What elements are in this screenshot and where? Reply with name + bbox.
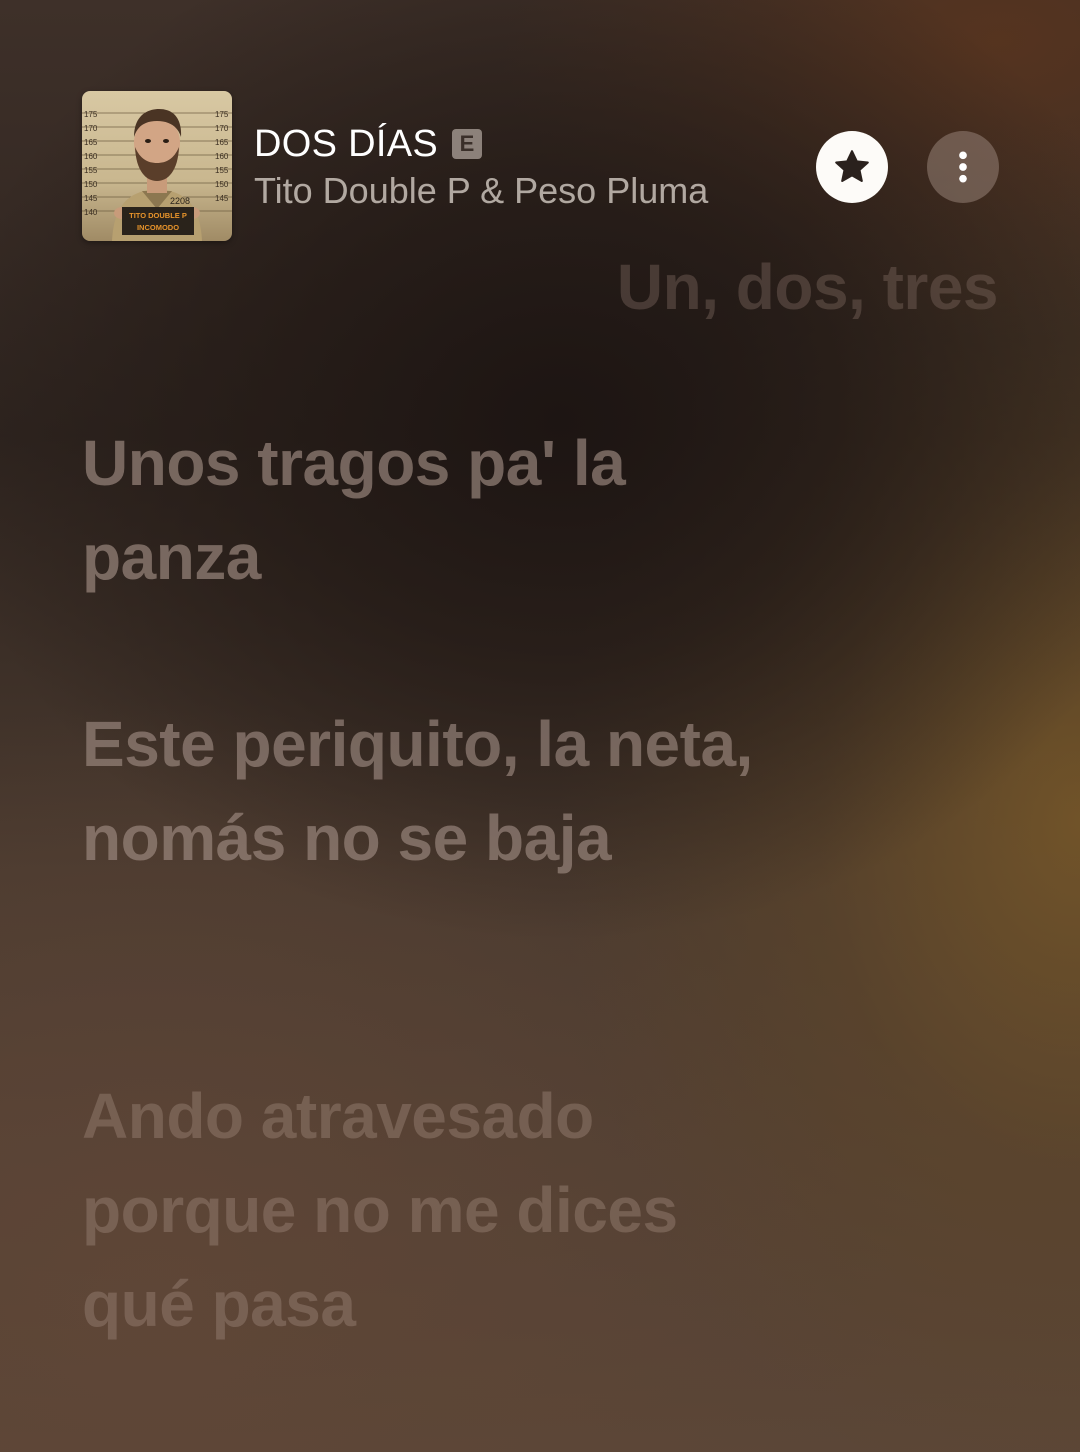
lyric-line-previous[interactable]: Un, dos, tres bbox=[617, 240, 999, 334]
song-title-row: DOS DÍAS E bbox=[254, 120, 482, 168]
height-mark: 150 bbox=[84, 180, 98, 189]
explicit-badge: E bbox=[452, 129, 482, 159]
height-mark: 145 bbox=[215, 194, 229, 203]
height-mark: 140 bbox=[84, 208, 98, 217]
booking-number: 2208 bbox=[170, 196, 190, 206]
height-mark: 165 bbox=[84, 138, 98, 147]
placard-line2: INCOMODO bbox=[137, 223, 179, 232]
height-mark: 155 bbox=[84, 166, 98, 175]
height-mark: 170 bbox=[84, 124, 98, 133]
song-artist[interactable]: Tito Double P & Peso Pluma bbox=[254, 170, 708, 212]
height-mark: 160 bbox=[215, 152, 229, 161]
height-mark: 175 bbox=[215, 110, 229, 119]
height-mark: 150 bbox=[215, 180, 229, 189]
star-icon bbox=[835, 150, 869, 182]
album-artwork[interactable]: 175 170 165 160 155 150 145 140 175 170 … bbox=[82, 91, 232, 241]
height-mark: 165 bbox=[215, 138, 229, 147]
height-mark: 160 bbox=[84, 152, 98, 161]
more-vertical-icon bbox=[959, 151, 967, 183]
height-mark: 170 bbox=[215, 124, 229, 133]
placard-line1: TITO DOUBLE P bbox=[129, 211, 187, 220]
lyric-line[interactable]: Unos tragos pa' la panza bbox=[82, 416, 802, 604]
favorite-button[interactable] bbox=[816, 131, 888, 203]
more-options-button[interactable] bbox=[927, 131, 999, 203]
height-mark: 175 bbox=[84, 110, 98, 119]
height-mark: 155 bbox=[215, 166, 229, 175]
lyric-line[interactable]: Ando atravesado porque no me dices qué p… bbox=[82, 1069, 802, 1351]
height-mark: 145 bbox=[84, 194, 98, 203]
album-artwork-icon: 175 170 165 160 155 150 145 140 175 170 … bbox=[82, 109, 232, 241]
song-title[interactable]: DOS DÍAS bbox=[254, 123, 438, 166]
lyric-line[interactable]: Este periquito, la neta, nomás no se baj… bbox=[82, 697, 802, 885]
